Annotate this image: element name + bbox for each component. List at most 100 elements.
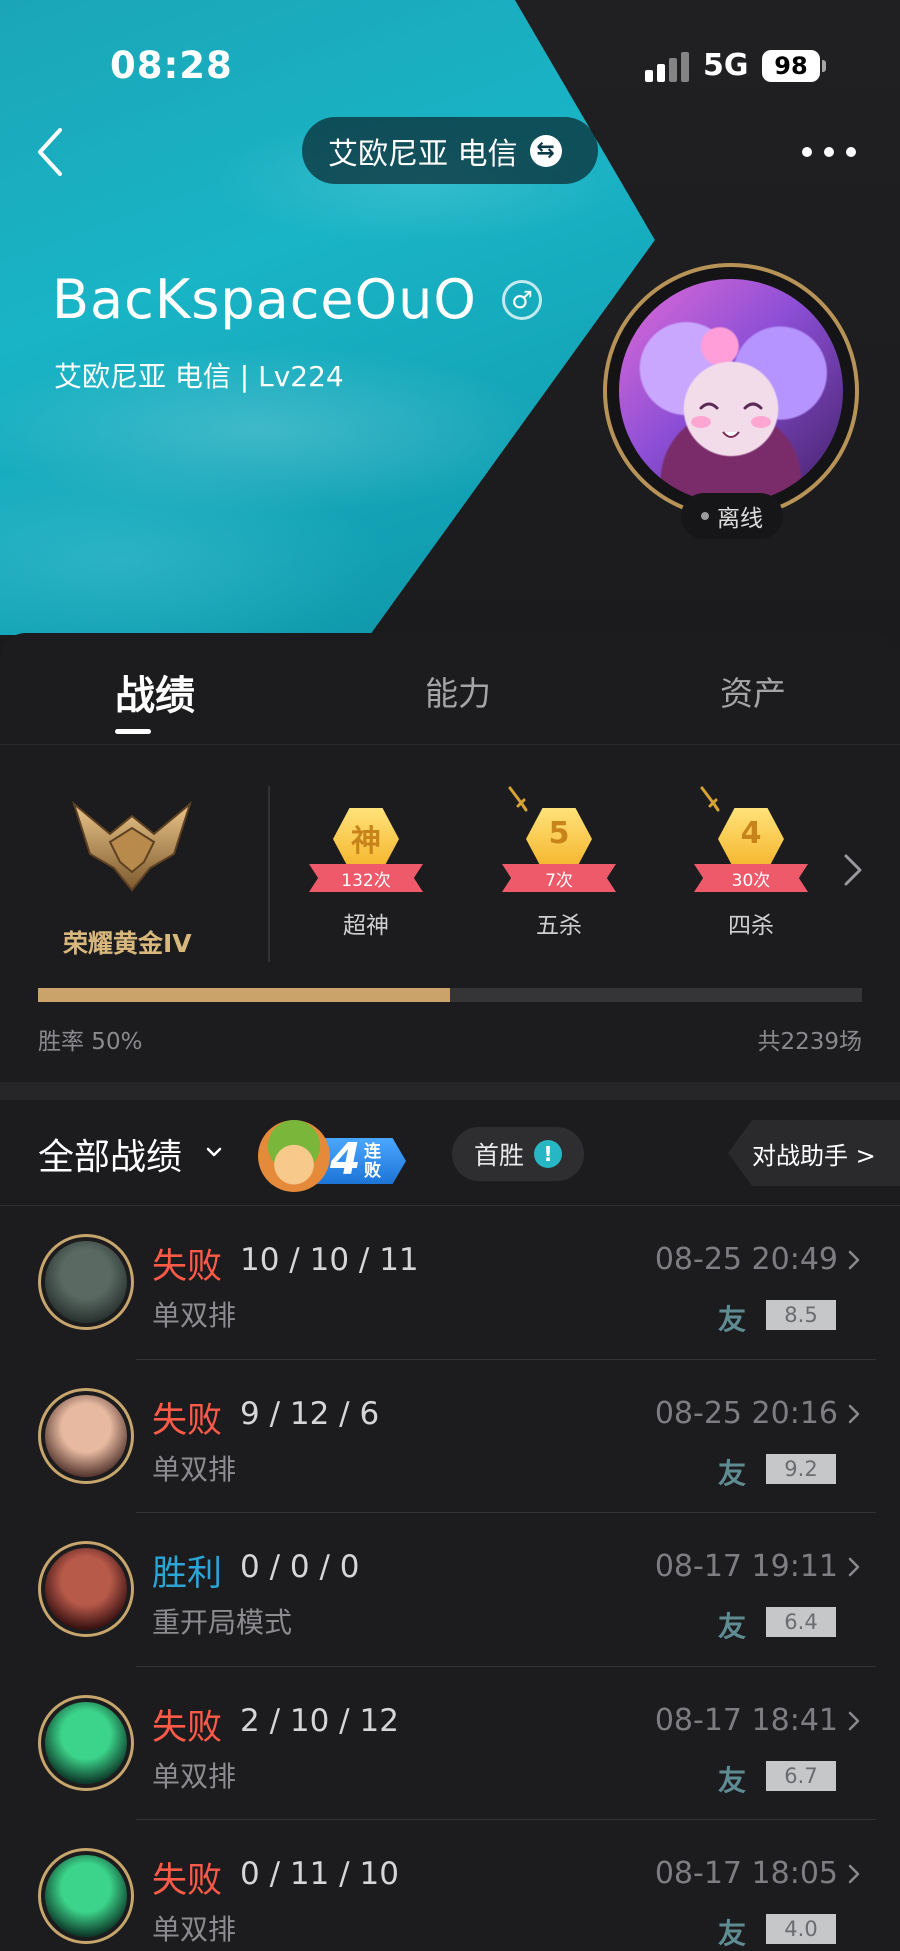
match-score: 9.2 [766, 1453, 836, 1484]
match-score: 8.5 [766, 1300, 836, 1330]
friend-icon: 友 [718, 1917, 747, 1950]
sword-icon [700, 786, 720, 812]
legendary-badge[interactable]: 神 132次 超神 [301, 790, 431, 940]
tab-underline [115, 729, 151, 734]
badge-char: 神 [351, 824, 381, 859]
streak-text: 连败 [364, 1142, 381, 1181]
filter-bar: 全部战绩 4 连败 首胜 ! 对战助手 > [0, 1100, 900, 1206]
streak-number: 4 [330, 1134, 361, 1185]
match-result: 失败 [152, 1707, 223, 1748]
mascot-icon [258, 1120, 330, 1192]
player-server-level: 艾欧尼亚 电信 | Lv224 [54, 360, 344, 393]
more-button[interactable] [802, 136, 858, 166]
offline-dot-icon [701, 512, 709, 520]
male-icon: ♂ [502, 280, 542, 320]
status-bar: 08:28 5G 98 [0, 0, 900, 120]
section-divider [0, 1082, 900, 1100]
sword-icon [508, 786, 528, 812]
record-filter-dropdown[interactable]: 全部战绩 [38, 1128, 182, 1180]
match-row[interactable]: 失败 0 / 11 / 10 单双排 08-17 18:05 友 4.0 [0, 1820, 900, 1951]
quadra-kill-badge[interactable]: 4 30次 四杀 [686, 786, 816, 940]
total-games-text: 共2239场 [757, 1029, 862, 1055]
match-result: 失败 [152, 1247, 223, 1287]
signal-icon [645, 52, 691, 82]
network-type: 5G [703, 48, 749, 83]
first-win-button[interactable]: 首胜 ! [452, 1127, 584, 1181]
chevron-right-icon [848, 1557, 860, 1577]
badge-char: 5 [548, 816, 570, 851]
match-mode: 单双排 [152, 1759, 237, 1793]
match-score: 4.0 [766, 1914, 836, 1944]
tab-ability[interactable]: 能力 [425, 667, 491, 715]
first-win-label: 首胜 [474, 1141, 525, 1170]
battle-assistant-label: 对战助手 > [752, 1141, 876, 1170]
champion-portrait [45, 1855, 127, 1937]
match-kda: 9 / 12 / 6 [240, 1395, 380, 1432]
champion-avatar [38, 1694, 134, 1791]
tab-assets[interactable]: 资产 [720, 667, 786, 715]
champion-avatar [38, 1387, 134, 1484]
chevron-right-icon [848, 1404, 860, 1423]
penta-kill-badge[interactable]: 5 7次 五杀 [494, 786, 624, 940]
match-mode: 重开局模式 [152, 1606, 293, 1639]
chevron-right-icon [848, 1711, 860, 1730]
badge-count: 132次 [341, 871, 391, 891]
avatar-image [619, 279, 843, 503]
match-list: 失败 10 / 10 / 11 单双排 08-25 20:49 友 8.5 失败… [0, 1206, 900, 1951]
online-status-badge: 离线 [681, 493, 783, 539]
battery-tip [822, 60, 826, 72]
profile-header: 08:28 5G 98 艾欧尼亚 电信 ⇆ BacKspaceOuO ♂ 艾欧尼… [0, 0, 900, 660]
match-kda: 2 / 10 / 12 [240, 1702, 399, 1739]
match-mode: 单双排 [152, 1913, 237, 1946]
tab-bar: 战绩 能力 资产 [0, 633, 900, 745]
win-rate-bar [38, 988, 862, 1002]
match-score: 6.7 [766, 1760, 836, 1791]
server-switch-button[interactable]: 艾欧尼亚 电信 ⇆ [302, 117, 598, 184]
match-kda: 0 / 11 / 10 [240, 1856, 399, 1892]
friend-icon: 友 [718, 1763, 747, 1797]
friend-icon: 友 [718, 1610, 747, 1643]
rank-name: 荣耀黄金IV [63, 929, 192, 958]
back-arrow-icon [38, 128, 62, 176]
more-icon [802, 147, 812, 157]
chevron-right-icon [848, 1250, 860, 1270]
win-rate-fill [38, 988, 450, 1002]
match-date: 08-25 20:16 [654, 1395, 838, 1431]
champion-portrait [45, 1394, 127, 1477]
match-mode: 单双排 [152, 1299, 237, 1332]
info-icon: ! [534, 1140, 563, 1168]
match-row[interactable]: 失败 10 / 10 / 11 单双排 08-25 20:49 友 8.5 [0, 1206, 900, 1360]
match-result: 失败 [152, 1861, 223, 1901]
chevron-down-icon[interactable] [206, 1146, 222, 1158]
status-time: 08:28 [110, 44, 233, 87]
chevron-right-icon[interactable] [842, 852, 864, 888]
player-name: BacKspaceOuO [52, 268, 477, 331]
back-button[interactable] [30, 120, 74, 184]
champion-avatar [38, 1541, 134, 1637]
badge-count: 30次 [731, 871, 771, 891]
badge-label: 五杀 [536, 913, 582, 939]
badge-char: 4 [740, 816, 762, 851]
battery-icon: 98 [762, 50, 820, 82]
avatar[interactable] [603, 263, 859, 519]
server-label: 艾欧尼亚 电信 [328, 136, 518, 172]
match-row[interactable]: 胜利 0 / 0 / 0 重开局模式 08-17 19:11 友 6.4 [0, 1513, 900, 1667]
champion-avatar [38, 1234, 134, 1330]
match-date: 08-17 18:41 [654, 1702, 838, 1738]
champion-portrait [45, 1241, 127, 1323]
match-date: 08-25 20:49 [654, 1242, 838, 1277]
losing-streak-badge[interactable]: 4 连败 [258, 1116, 408, 1194]
champion-portrait [45, 1548, 127, 1630]
friend-icon: 友 [718, 1456, 747, 1490]
gold-rank-emblem-icon[interactable] [70, 794, 194, 894]
match-score: 6.4 [766, 1607, 836, 1637]
match-date: 08-17 18:05 [654, 1856, 838, 1891]
win-rate-text: 胜率 50% [38, 1029, 143, 1055]
swap-icon: ⇆ [529, 134, 562, 167]
match-row[interactable]: 失败 2 / 10 / 12 单双排 08-17 18:41 友 6.7 [0, 1667, 900, 1820]
match-row[interactable]: 失败 9 / 12 / 6 单双排 08-25 20:16 友 9.2 [0, 1360, 900, 1513]
battle-assistant-button[interactable]: 对战助手 > [728, 1120, 900, 1186]
champion-avatar [38, 1848, 134, 1944]
badge-count: 7次 [545, 871, 573, 891]
tab-record[interactable]: 战绩 [115, 663, 195, 721]
